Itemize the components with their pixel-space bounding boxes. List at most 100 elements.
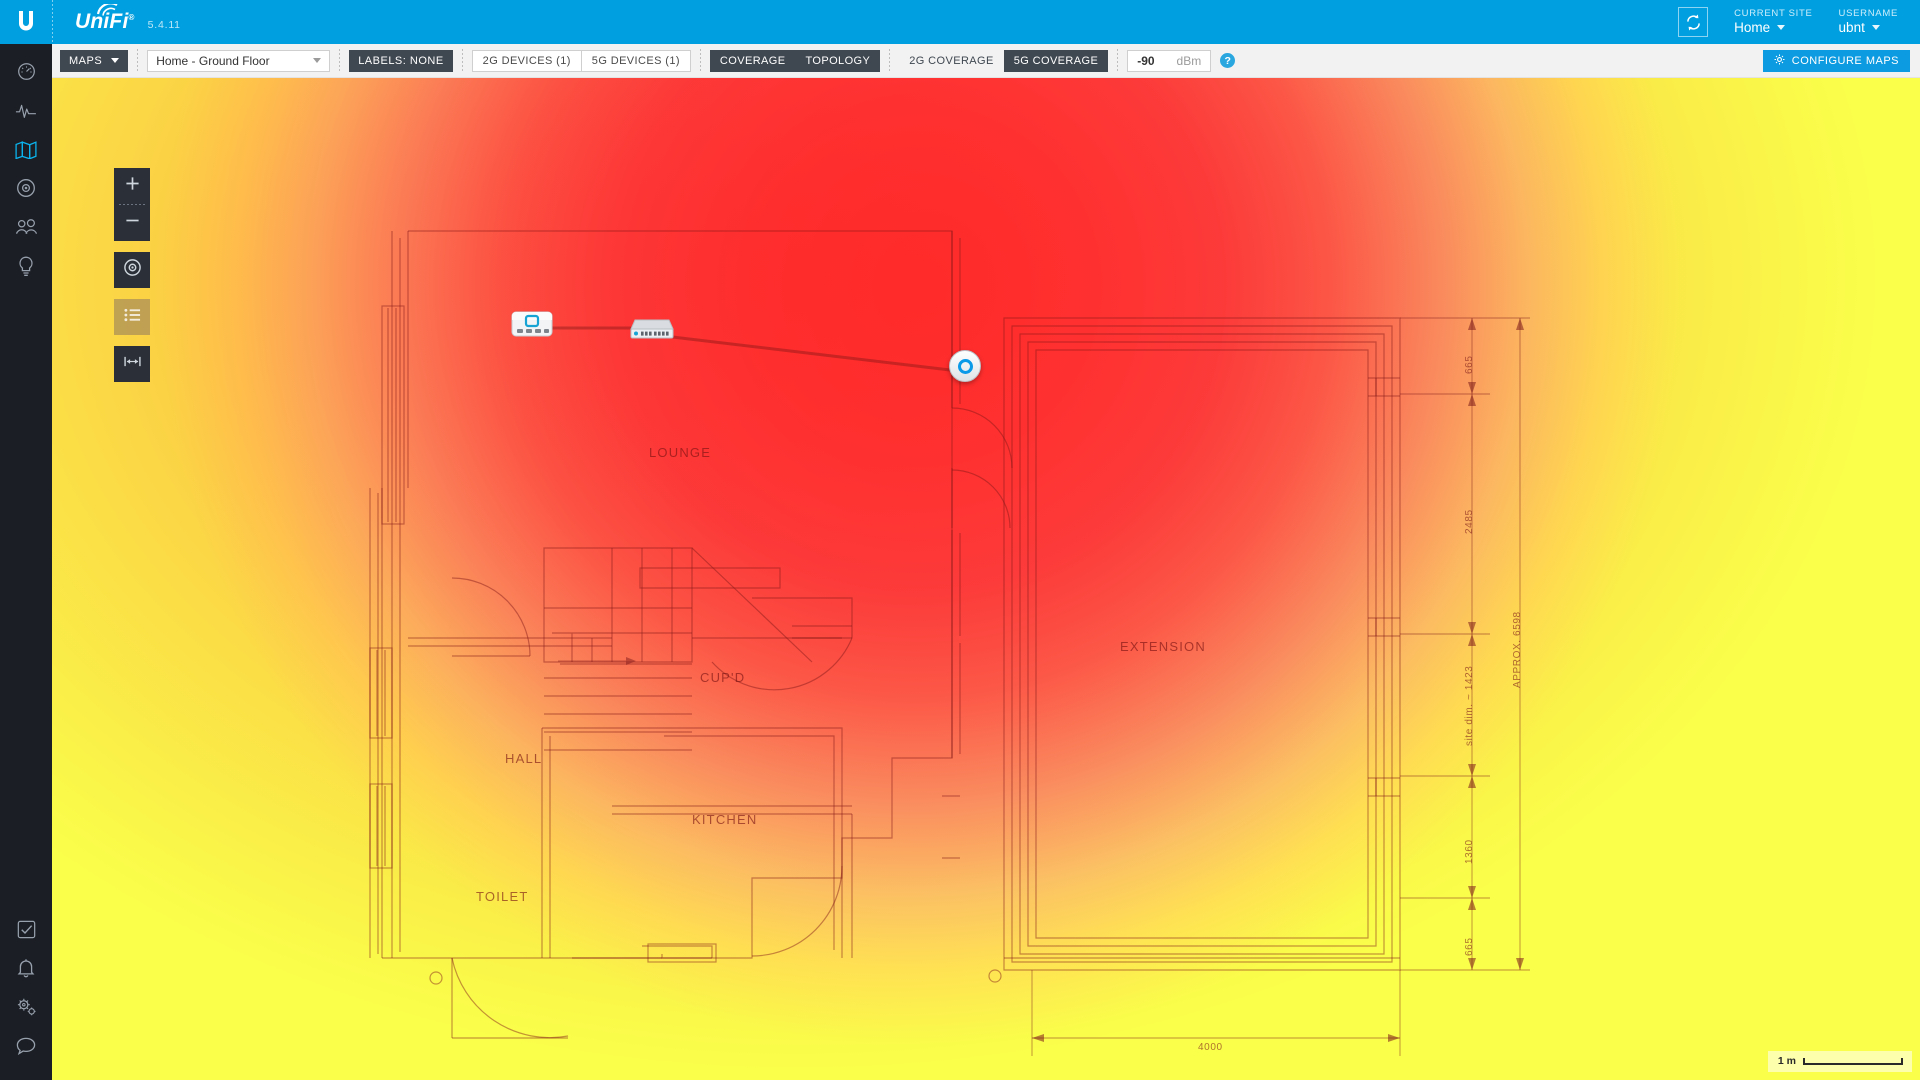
map-canvas[interactable]: LOUNGE CUP'D HALL KITCHEN TOILET EXTENSI… — [52, 78, 1920, 1080]
view-mode-coverage[interactable]: COVERAGE — [710, 50, 796, 72]
coverage-band-5g[interactable]: 5G COVERAGE — [1004, 50, 1108, 72]
legend-list-button[interactable] — [114, 299, 150, 335]
sidebar-item-map[interactable] — [0, 132, 52, 171]
filter-5g-devices-label: 5G DEVICES (1) — [591, 54, 680, 67]
map-select[interactable]: Home - Ground Floor — [147, 49, 331, 72]
view-mode-topology[interactable]: TOPOLOGY — [795, 50, 880, 72]
list-lines-icon — [123, 308, 141, 327]
top-bar: UniFi® 5.4.11 CURRENT SITE Home USERNAME… — [0, 0, 1920, 44]
scale-bar-label: 1 m — [1777, 1055, 1796, 1067]
toolbar-separator — [699, 48, 701, 73]
locate-control-group — [114, 252, 150, 288]
toolbar-separator — [339, 48, 341, 73]
toolbar-separator — [137, 48, 139, 73]
device-filter-group: 2G DEVICES (1) 5G DEVICES (1) — [471, 49, 691, 72]
labels-button[interactable]: LABELS: NONE — [349, 49, 453, 72]
tasks-check-icon — [17, 920, 36, 944]
username-label: USERNAME — [1838, 7, 1898, 19]
clients-users-icon — [15, 218, 38, 241]
coverage-band-2g[interactable]: 2G COVERAGE — [899, 49, 1004, 72]
view-mode-topology-label: TOPOLOGY — [805, 54, 871, 67]
zoom-out-button[interactable] — [114, 205, 150, 241]
coverage-band-5g-label: 5G COVERAGE — [1013, 54, 1099, 67]
statistics-wave-icon — [15, 101, 37, 124]
sidebar-item-alerts[interactable] — [0, 951, 52, 990]
help-question-icon[interactable]: ? — [1220, 53, 1236, 68]
switch-device[interactable] — [630, 316, 674, 347]
unifi-map-page: UniFi® 5.4.11 CURRENT SITE Home USERNAME… — [0, 0, 1920, 1080]
zoom-control-group — [114, 168, 150, 241]
chevron-down-icon — [313, 58, 322, 63]
dimension-label-1360: 1360 — [1464, 839, 1475, 864]
view-mode-group: COVERAGE TOPOLOGY — [709, 49, 881, 72]
maps-button[interactable]: MAPS — [60, 49, 129, 72]
map-toolbar: MAPS Home - Ground Floor LABELS: NONE 2G… — [52, 44, 1920, 78]
sidebar-item-devices[interactable] — [0, 171, 52, 210]
filter-2g-devices-label: 2G DEVICES (1) — [482, 54, 571, 67]
sidebar-item-clients[interactable] — [0, 210, 52, 249]
zoom-out-minus-icon — [125, 213, 140, 233]
dimension-label-665-top: 665 — [1464, 355, 1475, 375]
current-site-value: Home — [1734, 19, 1771, 35]
measure-button[interactable] — [114, 346, 150, 382]
signal-threshold-input[interactable]: -90 dBm — [1127, 49, 1212, 72]
sidebar-item-chat[interactable] — [0, 1029, 52, 1068]
signal-threshold-value: -90 — [1137, 53, 1155, 68]
gear-icon — [1774, 54, 1785, 68]
dimension-label-2485: 2485 — [1464, 509, 1475, 534]
ubiquiti-u-logo-icon[interactable] — [0, 0, 52, 44]
filter-5g-devices[interactable]: 5G DEVICES (1) — [580, 50, 690, 71]
dimension-label-665-bottom: 665 — [1464, 937, 1475, 957]
filter-2g-devices[interactable]: 2G DEVICES (1) — [473, 51, 581, 71]
measure-control-group — [114, 346, 150, 382]
map-select-value: Home - Ground Floor — [156, 53, 270, 68]
refresh-icon[interactable] — [1678, 7, 1709, 37]
dimension-label-approx-overall: APPROX. 6598 — [1512, 611, 1523, 688]
dimension-label-site-dim: site dim. ~ 1423 — [1464, 665, 1475, 746]
toolbar-separator — [461, 48, 463, 73]
current-site-label: CURRENT SITE — [1734, 7, 1813, 19]
locate-button[interactable] — [114, 252, 150, 288]
coverage-band-2g-label: 2G COVERAGE — [909, 54, 994, 67]
brand-name: UniFi® — [75, 4, 135, 34]
locate-target-icon — [123, 258, 142, 282]
chevron-down-icon — [111, 58, 120, 63]
wifi-arc-icon — [97, 4, 118, 16]
settings-gears-icon — [16, 997, 37, 1022]
labels-button-label: LABELS: NONE — [358, 54, 444, 67]
toolbar-separator — [889, 48, 891, 73]
configure-maps-label: CONFIGURE MAPS — [1791, 54, 1899, 67]
dimension-label-4000: 4000 — [1198, 1042, 1223, 1053]
measure-distance-icon — [123, 355, 142, 373]
floor-plan-drawing — [52, 78, 1920, 1080]
sidebar-item-statistics[interactable] — [0, 93, 52, 132]
brand: UniFi® 5.4.11 — [53, 4, 181, 34]
chat-bubble-icon — [16, 1037, 36, 1060]
current-site-value-row[interactable]: Home — [1734, 20, 1812, 36]
sidebar-item-tasks[interactable] — [0, 912, 52, 951]
sidebar-item-insights[interactable] — [0, 249, 52, 288]
username-value: ubnt — [1838, 19, 1865, 35]
configure-maps-button[interactable]: CONFIGURE MAPS — [1762, 49, 1910, 72]
zoom-in-plus-icon — [125, 176, 140, 196]
gateway-device[interactable] — [510, 306, 554, 345]
zoom-in-button[interactable] — [114, 168, 150, 204]
map-controls — [114, 168, 150, 393]
chevron-down-icon — [1871, 24, 1880, 30]
insights-bulb-icon — [18, 256, 34, 282]
access-point-marker[interactable] — [949, 350, 981, 382]
scale-bar-line — [1803, 1057, 1903, 1065]
scale-bar: 1 m — [1767, 1051, 1912, 1072]
current-site[interactable]: CURRENT SITE Home — [1734, 7, 1813, 36]
coverage-band-group: 2G COVERAGE 5G COVERAGE — [899, 49, 1109, 72]
top-right-controls: CURRENT SITE Home USERNAME ubnt — [1678, 0, 1920, 44]
sidebar-item-settings[interactable] — [0, 990, 52, 1029]
toolbar-separator — [1117, 48, 1119, 73]
username-value-row[interactable]: ubnt — [1839, 20, 1898, 36]
devices-circle-icon — [16, 178, 36, 203]
sidebar-item-dashboard[interactable] — [0, 54, 52, 93]
legend-control-group — [114, 299, 150, 335]
left-sidebar — [0, 44, 52, 1080]
chevron-down-icon — [1777, 24, 1786, 30]
username-menu[interactable]: USERNAME ubnt — [1838, 7, 1898, 36]
